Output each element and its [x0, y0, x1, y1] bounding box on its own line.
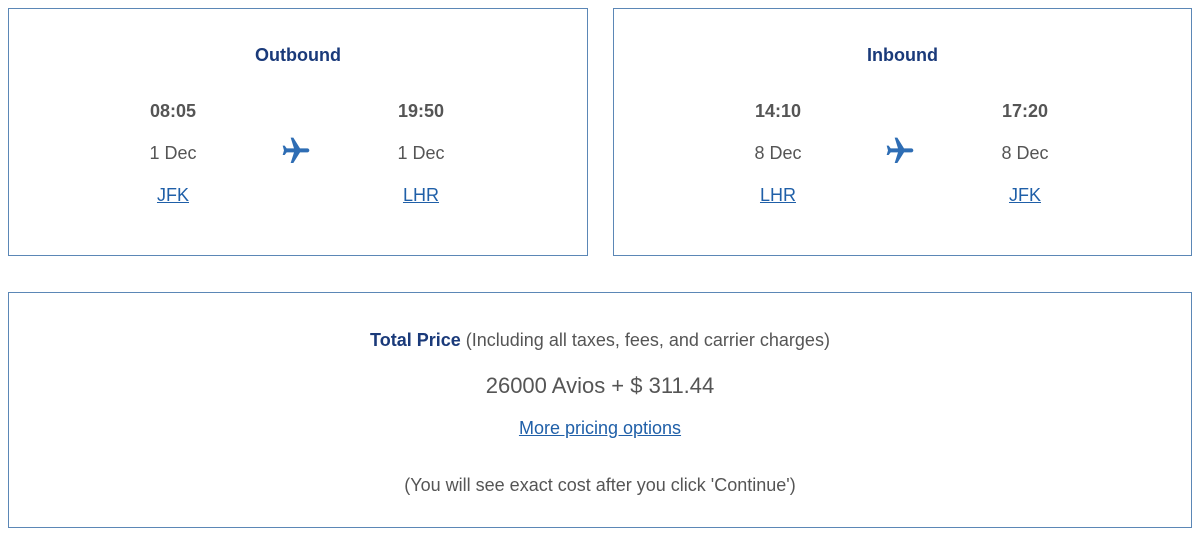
inbound-flight-card: Inbound 14:10 8 Dec LHR 17:20 8 Dec JFK — [613, 8, 1192, 256]
inbound-arrival: 17:20 8 Dec JFK — [955, 100, 1095, 206]
outbound-departure-time: 08:05 — [149, 101, 197, 121]
total-price-card: Total Price (Including all taxes, fees, … — [8, 292, 1192, 528]
exact-cost-note: (You will see exact cost after you click… — [404, 475, 796, 495]
total-price-label: Total Price — [370, 330, 461, 350]
outbound-departure-date: 1 Dec — [149, 143, 197, 163]
total-price-heading: Total Price (Including all taxes, fees, … — [9, 330, 1191, 351]
inbound-arrival-airport-link[interactable]: JFK — [1009, 184, 1041, 206]
inbound-departure: 14:10 8 Dec LHR — [708, 100, 848, 206]
outbound-arrival-airport-link[interactable]: LHR — [403, 184, 439, 206]
plane-icon — [884, 135, 916, 167]
outbound-departure: 08:05 1 Dec JFK — [103, 100, 243, 206]
outbound-departure-airport-link[interactable]: JFK — [157, 184, 189, 206]
inbound-arrival-time: 17:20 — [1001, 101, 1049, 121]
total-price-value: 26000 Avios + $ 311.44 — [485, 373, 715, 398]
outbound-title: Outbound — [255, 45, 341, 65]
total-price-qualifier: (Including all taxes, fees, and carrier … — [465, 330, 830, 350]
outbound-flight-card: Outbound 08:05 1 Dec JFK 19:50 1 Dec LHR — [8, 8, 588, 256]
outbound-arrival-date: 1 Dec — [397, 143, 445, 163]
inbound-departure-time: 14:10 — [754, 101, 802, 121]
more-pricing-options-link[interactable]: More pricing options — [519, 418, 681, 438]
inbound-arrival-date: 8 Dec — [1001, 143, 1049, 163]
inbound-title: Inbound — [867, 45, 938, 65]
inbound-departure-airport-link[interactable]: LHR — [760, 184, 796, 206]
plane-icon — [280, 135, 312, 167]
pricing-link-container: More pricing options — [9, 418, 1191, 439]
outbound-arrival-time: 19:50 — [397, 101, 445, 121]
inbound-departure-date: 8 Dec — [754, 143, 802, 163]
outbound-arrival: 19:50 1 Dec LHR — [351, 100, 491, 206]
